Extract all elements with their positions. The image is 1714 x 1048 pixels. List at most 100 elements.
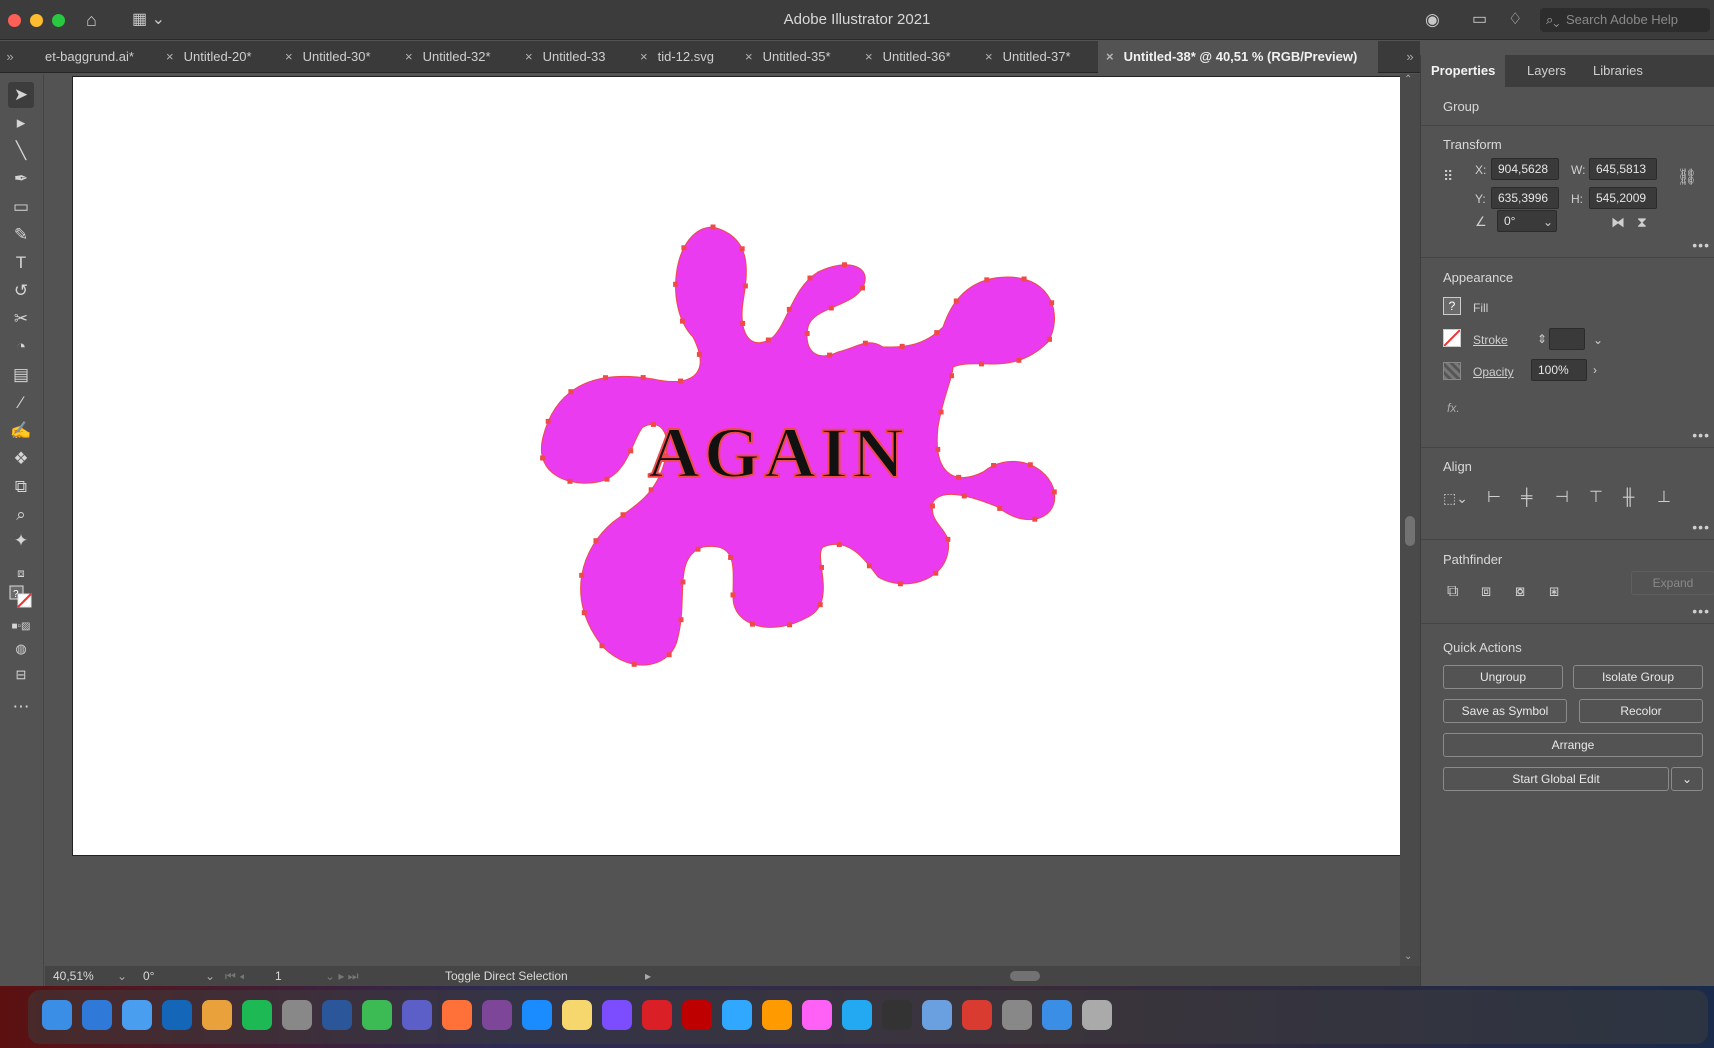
- anchor-point[interactable]: [899, 343, 905, 349]
- anchor-point[interactable]: [860, 285, 866, 291]
- anchor-point[interactable]: [933, 570, 939, 576]
- pathfinder-minus-front-icon[interactable]: ⧈: [1481, 583, 1491, 601]
- fill-swatch-icon[interactable]: ?: [1443, 297, 1461, 315]
- notes-icon[interactable]: [562, 1000, 592, 1030]
- swap-fill-stroke-icon[interactable]: ⧈: [8, 560, 34, 586]
- tor-icon[interactable]: [482, 1000, 512, 1030]
- scroll-up-icon[interactable]: ⌃: [1404, 74, 1412, 85]
- close-icon[interactable]: ×: [525, 49, 533, 64]
- tab-document-active[interactable]: × Untitled-38* @ 40,51 % (RGB/Preview): [1098, 41, 1378, 73]
- anchor-point[interactable]: [603, 375, 609, 381]
- more-options-icon[interactable]: •••: [1692, 237, 1710, 253]
- safari-icon[interactable]: [82, 1000, 112, 1030]
- anchor-point[interactable]: [640, 375, 646, 381]
- anchor-point[interactable]: [581, 610, 587, 616]
- constrain-proportions-icon[interactable]: ⛓: [1677, 169, 1697, 187]
- anchor-point[interactable]: [934, 330, 940, 336]
- ungroup-button[interactable]: Ungroup: [1443, 665, 1563, 689]
- tab-overflow-right-icon[interactable]: »: [1400, 41, 1420, 73]
- pathfinder-intersect-icon[interactable]: ⧇: [1515, 583, 1525, 601]
- anchor-point[interactable]: [1021, 276, 1027, 282]
- anchor-point[interactable]: [938, 409, 944, 415]
- zoom-tool-icon[interactable]: ⌕: [8, 502, 34, 528]
- xd-icon[interactable]: [802, 1000, 832, 1030]
- scrollbar-thumb[interactable]: [1405, 516, 1415, 546]
- anchor-point[interactable]: [680, 579, 686, 585]
- anchor-point[interactable]: [984, 277, 990, 283]
- more-options-icon[interactable]: •••: [1692, 519, 1710, 535]
- anchor-point[interactable]: [728, 554, 734, 560]
- close-icon[interactable]: ×: [166, 49, 174, 64]
- fx-icon[interactable]: fx.: [1447, 401, 1460, 415]
- anchor-point[interactable]: [567, 478, 573, 484]
- flip-horizontal-icon[interactable]: ⧓: [1611, 213, 1625, 231]
- align-bottom-icon[interactable]: ⊥: [1657, 489, 1671, 507]
- anchor-point[interactable]: [620, 512, 626, 518]
- opacity-field[interactable]: 100%: [1531, 359, 1587, 381]
- anchor-point[interactable]: [956, 474, 962, 480]
- photos-icon[interactable]: [202, 1000, 232, 1030]
- more-options-icon[interactable]: •••: [1692, 603, 1710, 619]
- expand-button[interactable]: Expand: [1631, 571, 1714, 595]
- anchor-point[interactable]: [961, 493, 967, 499]
- close-icon[interactable]: ×: [1106, 49, 1114, 64]
- recolor-button[interactable]: Recolor: [1579, 699, 1703, 723]
- rotation-value[interactable]: 0°: [143, 966, 154, 986]
- close-icon[interactable]: ×: [745, 49, 753, 64]
- more-options-icon[interactable]: •••: [1692, 427, 1710, 443]
- artboard[interactable]: AGAIN: [72, 76, 1408, 856]
- eyedropper-tool-icon[interactable]: ⁄: [8, 390, 34, 416]
- puppet-warp-tool-icon[interactable]: ✦: [8, 528, 34, 554]
- preview-icon[interactable]: [922, 1000, 952, 1030]
- vertical-scrollbar[interactable]: ⌃ ⌄: [1400, 74, 1420, 966]
- anchor-point[interactable]: [818, 564, 824, 570]
- sketchbook-icon[interactable]: [362, 1000, 392, 1030]
- align-hcenter-icon[interactable]: ╪: [1521, 489, 1532, 507]
- anchor-point[interactable]: [1046, 336, 1052, 342]
- anchor-point[interactable]: [673, 281, 679, 287]
- global-edit-options-icon[interactable]: ⌄: [1671, 767, 1703, 791]
- outlook-icon[interactable]: [162, 1000, 192, 1030]
- tab-document[interactable]: × Untitled-32*: [405, 41, 517, 73]
- stroke-weight-stepper-icon[interactable]: ⇕: [1537, 330, 1547, 348]
- tab-layers[interactable]: Layers: [1517, 55, 1576, 87]
- line-tool-icon[interactable]: ╲: [8, 138, 34, 164]
- start-global-edit-button[interactable]: Start Global Edit: [1443, 767, 1669, 791]
- anchor-point[interactable]: [807, 275, 813, 281]
- fill-stroke-swatch-icon[interactable]: ?: [8, 584, 34, 610]
- tab-document[interactable]: × Untitled-36*: [865, 41, 977, 73]
- anchor-point[interactable]: [679, 318, 685, 324]
- system-preferences-icon[interactable]: [282, 1000, 312, 1030]
- stroke-weight-field[interactable]: [1549, 328, 1585, 350]
- word-icon[interactable]: [322, 1000, 352, 1030]
- pen-tool-icon[interactable]: ✒: [8, 166, 34, 192]
- gradient-tool-icon[interactable]: ▤: [8, 362, 34, 388]
- status-menu-icon[interactable]: ▸: [645, 966, 651, 986]
- search-input[interactable]: ⌕⌄ Search Adobe Help: [1540, 8, 1710, 32]
- arrange-button[interactable]: Arrange: [1443, 733, 1703, 757]
- anchor-point[interactable]: [817, 602, 823, 608]
- anchor-point[interactable]: [866, 563, 872, 569]
- x-field[interactable]: 904,5628: [1491, 158, 1559, 180]
- align-top-icon[interactable]: ⊤: [1589, 489, 1603, 507]
- anchor-point[interactable]: [739, 246, 745, 252]
- anchor-point[interactable]: [836, 542, 842, 548]
- lightbulb-icon[interactable]: ♢: [1508, 10, 1522, 30]
- tab-document[interactable]: × Untitled-30*: [285, 41, 397, 73]
- anchor-point[interactable]: [681, 245, 687, 251]
- anchor-point[interactable]: [997, 505, 1003, 511]
- anchor-point[interactable]: [804, 331, 810, 337]
- close-icon[interactable]: ×: [640, 49, 648, 64]
- creative-cloud-icon[interactable]: [642, 1000, 672, 1030]
- anchor-point[interactable]: [1049, 300, 1055, 306]
- opacity-expand-icon[interactable]: ›: [1593, 361, 1597, 379]
- anchor-point[interactable]: [827, 352, 833, 358]
- horizontal-scrollbar[interactable]: [665, 970, 1405, 982]
- anchor-point[interactable]: [710, 224, 716, 230]
- anchor-point[interactable]: [568, 389, 574, 395]
- anchor-point[interactable]: [666, 652, 672, 658]
- align-to-selection-icon[interactable]: ⬚⌄: [1443, 489, 1468, 507]
- anchor-point[interactable]: [897, 581, 903, 587]
- artboard-nav-next-icon[interactable]: ⌄ ▸ ⏭: [325, 966, 359, 986]
- close-icon[interactable]: ×: [865, 49, 873, 64]
